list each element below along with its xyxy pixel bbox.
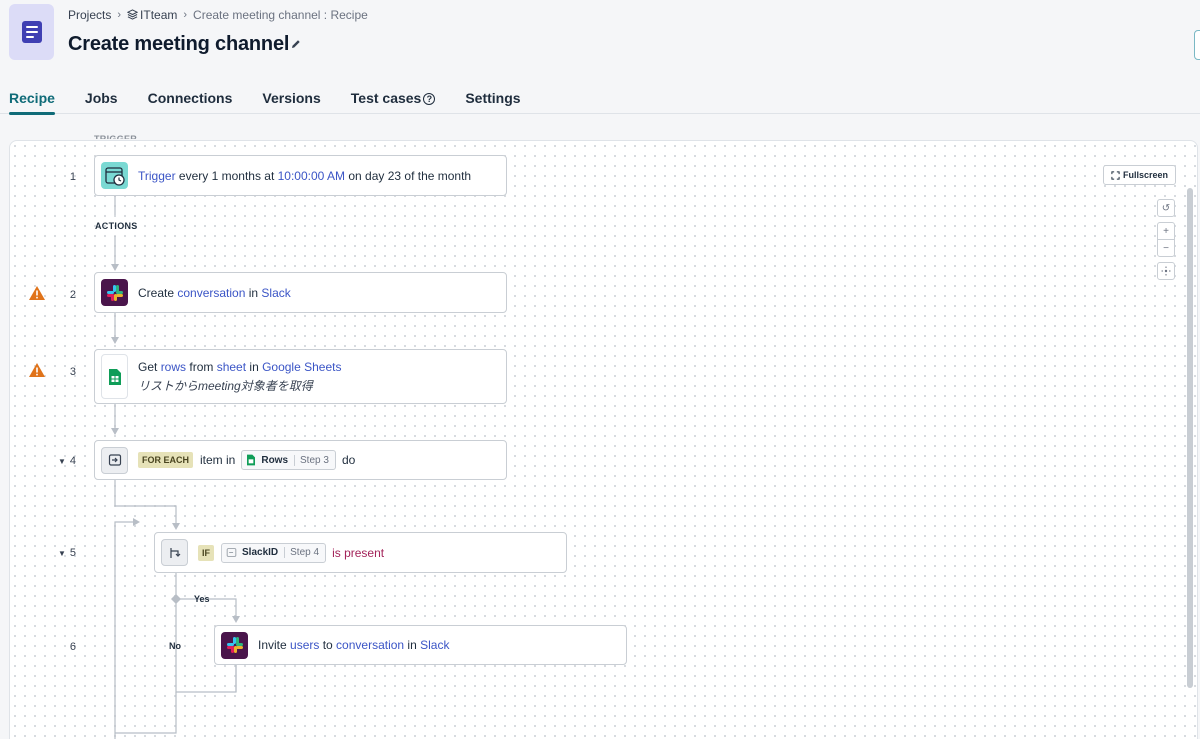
object-link[interactable]: rows [161, 360, 186, 374]
tab-versions[interactable]: Versions [262, 86, 320, 114]
pencil-icon[interactable] [290, 38, 302, 50]
step-number-label: 4 [69, 455, 76, 467]
chevron-right-icon: › [117, 9, 122, 21]
step-text: Invite [258, 638, 291, 652]
page-header: Projects › ITteam › Create meeting chann… [0, 0, 1200, 115]
object-link[interactable]: conversation [336, 638, 404, 652]
breadcrumb-team[interactable]: ITteam [126, 8, 178, 22]
reset-view-icon[interactable]: ↺ [1157, 199, 1175, 217]
header-action-button[interactable] [1194, 30, 1200, 60]
datapill-slackid[interactable]: SlackID Step 4 [221, 542, 327, 563]
project-stack-icon [126, 9, 139, 20]
breadcrumb-projects[interactable]: Projects [68, 8, 111, 22]
action-step-create-conversation[interactable]: Create conversation in Slack [94, 272, 507, 313]
warning-icon[interactable] [28, 285, 46, 301]
action-step-invite-users[interactable]: Invite users to conversation in Slack [214, 625, 627, 665]
action-step-get-rows[interactable]: Get rows from sheet in Google Sheets リスト… [94, 349, 507, 404]
datapill-name: SlackID [242, 547, 279, 558]
breadcrumb-team-label: ITteam [140, 8, 178, 22]
recipe-tabs: Recipe Jobs Connections Versions Test ca… [0, 86, 551, 115]
repeat-icon [226, 548, 237, 557]
collapse-caret-icon[interactable]: ▼ [58, 549, 66, 558]
page-title: Create meeting channel [68, 33, 290, 55]
step-text: item in [200, 453, 236, 467]
google-sheets-icon [101, 354, 128, 399]
branch-no-label: No [169, 641, 181, 651]
tab-test-cases-label: Test cases [350, 90, 422, 106]
fit-view-icon[interactable] [1157, 262, 1175, 280]
google-sheets-icon [247, 454, 256, 466]
step-number: 1 [69, 171, 76, 183]
help-icon[interactable]: ? [423, 93, 436, 105]
expand-icon [1111, 170, 1120, 180]
step-text: on day 23 of the month [345, 168, 472, 183]
branch-icon [161, 539, 188, 566]
object-link[interactable]: sheet [217, 360, 246, 374]
scheduler-icon [101, 162, 128, 189]
tab-jobs[interactable]: Jobs [85, 86, 118, 114]
trigger-section-label: TRIGGER [94, 134, 138, 139]
datapill-step: Step 3 [294, 454, 329, 466]
tab-test-cases[interactable]: Test cases? [351, 86, 436, 114]
fullscreen-button[interactable]: Fullscreen [1103, 165, 1176, 185]
tab-recipe[interactable]: Recipe [9, 86, 55, 115]
step-text: from [186, 359, 217, 374]
condition-operator[interactable]: is present [332, 546, 384, 560]
step-comment: リストからmeeting対象者を取得 [138, 378, 313, 393]
tab-settings[interactable]: Settings [465, 86, 520, 114]
step-text: in [245, 285, 262, 300]
step-text: every 1 months at [175, 168, 278, 183]
tab-connections[interactable]: Connections [148, 86, 233, 114]
step-text: in [404, 638, 421, 652]
actions-section-label: ACTIONS [95, 221, 138, 231]
step-text: Create [138, 285, 178, 300]
warning-icon[interactable] [28, 362, 46, 378]
time-value[interactable]: 10:00:00 AM [278, 169, 345, 183]
slack-icon [221, 631, 248, 659]
step-text: do [341, 453, 356, 467]
step-text: to [319, 638, 337, 652]
chevron-right-icon: › [183, 9, 188, 21]
step-text: in [246, 359, 263, 374]
object-link[interactable]: users [290, 638, 319, 652]
breadcrumb: Projects › ITteam › Create meeting chann… [68, 8, 368, 22]
if-tag: IF [198, 544, 214, 561]
datapill-name: Rows [261, 454, 289, 466]
datapill-step: Step 4 [284, 547, 319, 558]
datapill-rows[interactable]: Rows Step 3 [241, 450, 336, 470]
slack-icon [101, 279, 128, 306]
step-text: Get [138, 359, 161, 374]
zoom-out-icon[interactable]: − [1157, 239, 1175, 257]
if-step[interactable]: IF SlackID Step 4 is present [154, 532, 567, 573]
trigger-link[interactable]: Trigger [138, 169, 176, 183]
branch-yes-label: Yes [194, 594, 210, 604]
app-link[interactable]: Google Sheets [262, 360, 341, 374]
fullscreen-label: Fullscreen [1122, 170, 1169, 180]
app-link[interactable]: Slack [420, 638, 449, 652]
foreach-tag: FOR EACH [138, 452, 193, 468]
foreach-step[interactable]: FOR EACH item in Rows Step 3 do [94, 440, 507, 480]
trigger-step[interactable]: Trigger every 1 months at 10:00:00 AM on… [94, 155, 507, 196]
canvas-scrollbar[interactable] [1187, 188, 1193, 688]
step-number: 6 [69, 641, 76, 653]
zoom-in-icon[interactable]: + [1157, 222, 1175, 240]
object-link[interactable]: conversation [177, 286, 245, 300]
step-number: 2 [69, 289, 76, 301]
step-number-label: 5 [69, 547, 76, 559]
step-number[interactable]: ▼ 5 [46, 547, 76, 559]
step-number: 3 [69, 366, 76, 378]
step-number[interactable]: ▼ 4 [46, 455, 76, 467]
app-link[interactable]: Slack [261, 286, 290, 300]
collapse-caret-icon[interactable]: ▼ [58, 457, 66, 466]
repeat-icon [101, 446, 128, 474]
recipe-icon [9, 4, 54, 60]
breadcrumb-current: Create meeting channel : Recipe [193, 8, 368, 22]
